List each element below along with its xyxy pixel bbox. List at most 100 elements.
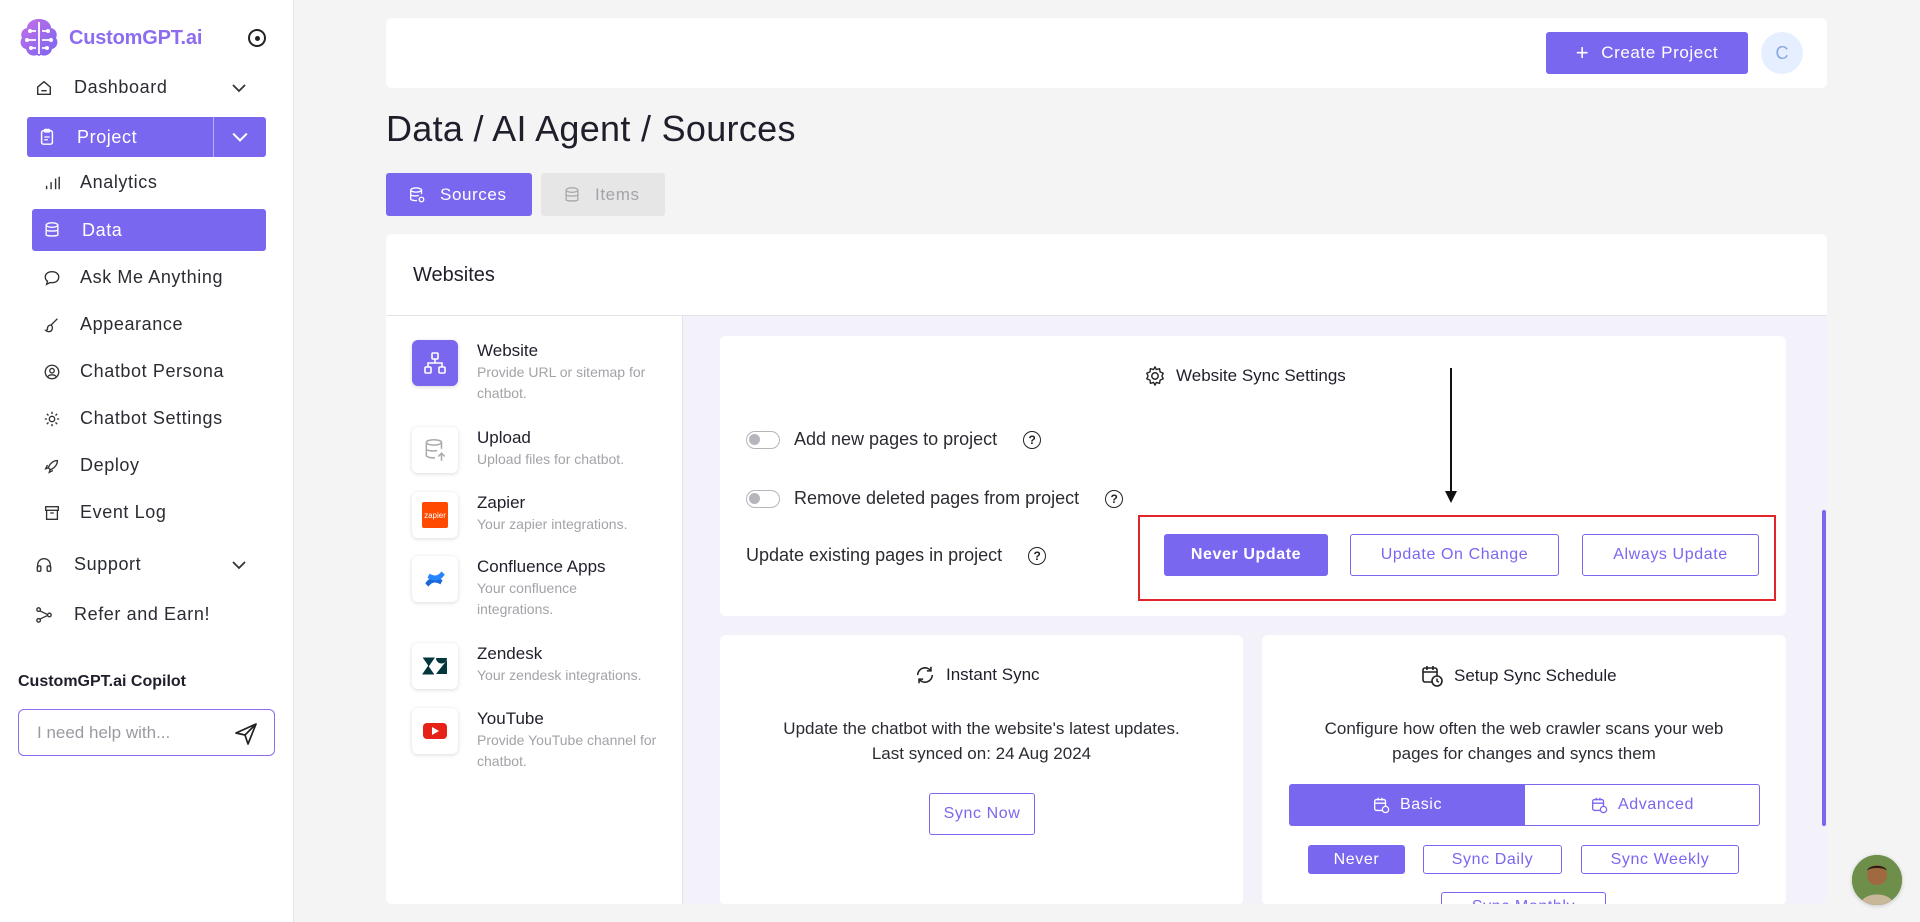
never-update-button[interactable]: Never Update [1164,534,1328,576]
sidebar-item-data[interactable]: Data [32,209,266,251]
sidebar-item-ask-me-anything[interactable]: Ask Me Anything [42,267,223,288]
send-icon[interactable] [234,722,258,746]
sidebar-item-refer-and-earn[interactable]: Refer and Earn! [34,604,210,625]
sidebar-item-chatbot-persona[interactable]: Chatbot Persona [42,361,224,382]
source-item-zendesk[interactable]: Zendesk Your zendesk integrations. [412,643,657,689]
divider [682,316,683,904]
sidebar-item-label: Event Log [80,502,167,522]
sidebar-item-event-log[interactable]: Event Log [42,502,166,523]
source-name: YouTube [477,709,544,728]
sync-now-button[interactable]: Sync Now [929,793,1035,835]
source-item-website[interactable]: Website Provide URL or sitemap for chatbo… [412,340,657,404]
help-circle-icon[interactable]: ? [1028,546,1047,565]
create-project-label: Create Project [1601,43,1719,62]
gear-icon [42,409,62,429]
sidebar-item-label: Support [74,554,142,574]
remove-deleted-pages-row: Remove deleted pages from project ? [746,488,1124,509]
content-scrollbar[interactable] [1822,510,1826,826]
tab-label: Items [595,184,640,204]
refresh-icon [914,664,936,686]
source-item-youtube[interactable]: YouTube Provide YouTube channel for chatb… [412,708,657,772]
database-icon [42,220,62,240]
upload-database-icon [412,427,458,473]
sync-schedule-title: Setup Sync Schedule [1454,666,1617,685]
frequency-never-button[interactable]: Never [1308,845,1405,874]
source-item-confluence[interactable]: Confluence Apps Your confluence integrati… [412,556,657,620]
brush-icon [42,315,62,335]
database-settings-icon [408,186,426,204]
sidebar-item-appearance[interactable]: Appearance [42,314,183,335]
add-new-pages-row: Add new pages to project ? [746,429,1042,450]
source-item-upload[interactable]: Upload Upload files for chatbot. [412,427,657,473]
calendar-icon [1372,796,1390,814]
instant-sync-description: Update the chatbot with the website's la… [740,716,1223,766]
always-update-button[interactable]: Always Update [1582,534,1759,576]
help-circle-icon[interactable]: ? [1023,430,1042,449]
update-on-change-button[interactable]: Update On Change [1350,534,1559,576]
card-title: Websites [413,264,495,286]
sidebar-item-label: Deploy [80,455,140,475]
collapse-sidebar-button[interactable] [248,29,266,47]
sidebar-item-label: Ask Me Anything [80,267,224,287]
source-name: Zapier [477,493,526,512]
support-chat-avatar[interactable] [1852,855,1902,905]
source-name: Website [477,341,539,360]
copilot-title: CustomGPT.ai Copilot [18,673,186,690]
tab-label: Sources [440,184,507,204]
sync-schedule-description: Configure how often the web crawler scan… [1282,716,1766,766]
person-photo-icon [1852,855,1902,905]
sidebar-item-label: Project [77,126,138,147]
logo[interactable]: CustomGPT.ai [17,16,202,60]
frequency-daily-button[interactable]: Sync Daily [1423,845,1562,874]
sync-settings-title: Website Sync Settings [1176,366,1346,385]
add-new-pages-label: Add new pages to project [794,429,998,449]
user-avatar[interactable]: C [1761,32,1803,74]
sidebar-item-label: Chatbot Settings [80,408,223,428]
tab-items[interactable]: Items [541,173,665,216]
rocket-icon [42,456,62,476]
home-icon [34,78,54,98]
add-new-pages-toggle[interactable] [746,430,780,449]
sidebar-item-support[interactable]: Support [34,554,141,575]
sidebar-item-dashboard[interactable]: Dashboard [34,77,167,98]
clipboard-icon [37,127,57,147]
brain-logo-icon [20,19,58,56]
zendesk-icon [412,643,458,689]
tab-label: Basic [1399,796,1443,813]
bar-chart-icon [42,173,62,193]
project-dropdown-toggle[interactable] [213,117,266,157]
create-project-button[interactable]: + Create Project [1546,32,1748,74]
sidebar-item-deploy[interactable]: Deploy [42,455,140,476]
sidebar: CustomGPT.ai Dashboard Project Analytics… [0,0,294,922]
source-desc: Your zapier integrations. [477,516,628,532]
source-name: Confluence Apps [477,557,606,576]
chat-bubble-icon [42,268,62,288]
sidebar-item-label: Appearance [80,314,184,334]
copilot-input[interactable] [37,722,217,743]
sync-schedule-heading: Setup Sync Schedule [1420,664,1617,688]
tab-label: Advanced [1618,796,1694,813]
sidebar-item-chatbot-settings[interactable]: Chatbot Settings [42,408,223,429]
copilot-input-wrapper [18,709,275,756]
page-title: Data / AI Agent / Sources [386,108,796,149]
help-circle-icon[interactable]: ? [1105,489,1124,508]
tab-advanced[interactable]: Advanced [1524,784,1760,826]
source-item-zapier[interactable]: zapier Zapier Your zapier integrations. [412,492,657,538]
chevron-down-icon[interactable] [232,558,246,572]
chevron-down-icon [232,132,248,142]
remove-deleted-pages-toggle[interactable] [746,489,780,508]
remove-deleted-pages-label: Remove deleted pages from project [794,488,1080,508]
frequency-weekly-button[interactable]: Sync Weekly [1581,845,1739,874]
plus-icon: + [1575,40,1590,65]
chevron-down-icon[interactable] [232,81,246,95]
source-desc: Your confluence integrations. [477,580,577,617]
database-icon [563,186,581,204]
sidebar-item-analytics[interactable]: Analytics [42,172,157,193]
tab-sources[interactable]: Sources [386,173,532,216]
sync-schedule-desc-line: pages for changes and syncs them [1392,744,1656,763]
update-existing-pages-row: Update existing pages in project ? [746,545,1047,566]
sidebar-item-label: Refer and Earn! [74,604,211,624]
tab-basic[interactable]: Basic [1289,784,1525,826]
user-circle-icon [42,362,62,382]
source-desc: Provide YouTube channel for chatbot. [477,732,657,769]
